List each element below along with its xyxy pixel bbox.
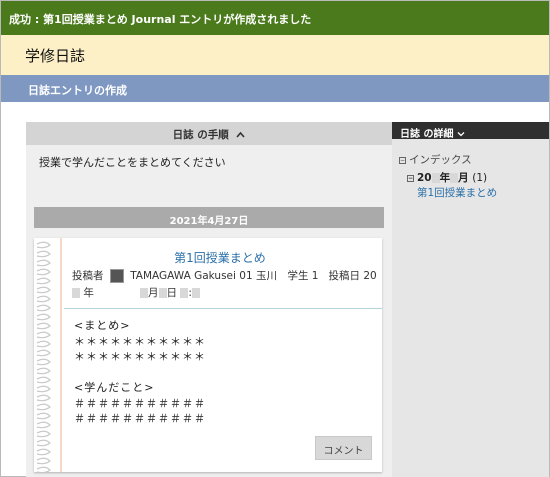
chevron-down-icon — [457, 129, 465, 140]
spiral-binding-icon — [36, 241, 51, 472]
journal-entry-card: 第1回授業まとめ 投稿者 TAMAGAWA Gakusei 01 玉川 学生 1… — [34, 238, 382, 472]
collapse-icon[interactable]: − — [399, 156, 406, 164]
entry-title[interactable]: 第1回授業まとめ — [64, 249, 376, 266]
index-label: インデックス — [409, 154, 472, 166]
entry-body: <まとめ> ＊＊＊＊＊＊＊＊＊＊＊ ＊＊＊＊＊＊＊＊＊＊＊ <学んだこと> ＃＃… — [74, 319, 206, 425]
redacted-block — [72, 288, 80, 298]
month-label: 月 — [148, 287, 159, 299]
margin-line — [60, 238, 62, 472]
entry-date-bar: 2021年4月27日 — [34, 207, 384, 228]
redacted-block — [158, 288, 167, 298]
comment-button[interactable]: コメント — [315, 436, 372, 460]
redacted-block — [191, 288, 200, 298]
redacted-block — [140, 288, 148, 298]
sidebar-toggle[interactable]: 日誌 の詳細 — [392, 122, 549, 140]
success-notification: 成功 : 第1回授業まとめ Journal エントリが作成されました — [1, 1, 549, 35]
month-mid: 年 — [439, 172, 451, 184]
section-title-bar: 日誌エントリの作成 — [1, 75, 549, 102]
page-title: 学修日誌 — [25, 47, 86, 65]
steps-heading: 日誌 の手順 — [172, 129, 229, 141]
index-tree-root[interactable]: − インデックス — [399, 152, 472, 167]
main-panel: 日誌 の手順 授業で学んだことをまとめてください 2021年4月27日 第1回授… — [26, 122, 392, 477]
posted-label: 投稿日 20 — [328, 270, 377, 282]
sidebar-heading: 日誌 の詳細 — [400, 129, 454, 140]
sidebar: 日誌 の詳細 − インデックス −20 年月 (1) 第1回授業まとめ — [392, 122, 549, 477]
month-prefix: 20 — [417, 172, 432, 184]
meta-prefix: 投稿者 — [72, 270, 104, 282]
year-suffix: 年 — [83, 287, 94, 299]
steps-toggle[interactable]: 日誌 の手順 — [26, 122, 392, 145]
entry-meta: 投稿者 TAMAGAWA Gakusei 01 玉川 学生 1 投稿日 20 年 — [72, 268, 377, 302]
avatar — [109, 269, 124, 283]
index-month-node[interactable]: −20 年月 (1) — [407, 170, 487, 185]
success-text: 成功 : 第1回授業まとめ Journal エントリが作成されました — [9, 13, 312, 26]
month-suffix: 月 — [458, 172, 469, 184]
sidebar-entry-link[interactable]: 第1回授業まとめ — [417, 185, 497, 200]
collapse-icon[interactable]: − — [407, 174, 414, 182]
entry-meta-date: 月日 : — [140, 285, 200, 300]
redacted-block — [450, 173, 459, 183]
page-title-bar: 学修日誌 — [1, 35, 549, 75]
redacted-block — [431, 173, 440, 183]
chevron-up-icon — [236, 129, 246, 141]
author-name: TAMAGAWA Gakusei 01 玉川 学生 1 — [130, 270, 319, 282]
divider — [64, 308, 382, 309]
month-count: (1) — [472, 172, 488, 184]
entry-date: 2021年4月27日 — [169, 216, 249, 227]
steps-instruction: 授業で学んだことをまとめてください — [39, 156, 226, 169]
section-title: 日誌エントリの作成 — [28, 84, 127, 97]
day-label: 日 — [166, 287, 178, 299]
